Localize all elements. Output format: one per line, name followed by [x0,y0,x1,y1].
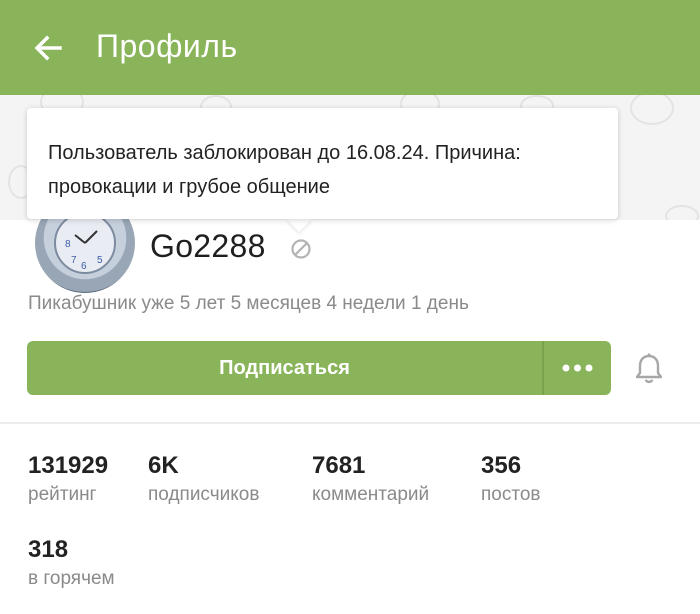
notification-bell-button[interactable] [633,352,665,386]
tooltip-text: Пользователь заблокирован до 16.08.24. П… [48,142,521,198]
svg-text:5: 5 [97,255,103,266]
stat-value: 6K [148,452,179,479]
subscribe-group: Подписаться [27,341,611,395]
subscribe-button[interactable]: Подписаться [27,341,542,395]
stat-label: в горячем [28,568,115,589]
ban-tooltip: Пользователь заблокирован до 16.08.24. П… [27,108,618,219]
app-bar: Профиль [0,0,700,95]
arrow-left-icon [34,35,62,61]
ban-icon[interactable] [290,238,312,260]
stat-label: рейтинг [28,484,97,505]
stat-value: 131929 [28,452,109,479]
stat-hot[interactable]: 318 в горячем [28,536,115,592]
stat-rating[interactable]: 131929 рейтинг [28,452,108,508]
stat-value: 318 [28,536,69,563]
more-dots-icon [562,364,593,372]
more-button[interactable] [544,341,611,395]
stat-subscribers[interactable]: 6K подписчиков [148,452,259,508]
stat-label: постов [481,484,541,505]
svg-text:7: 7 [71,255,77,266]
stat-value: 7681 [312,452,366,479]
svg-text:8: 8 [65,239,71,250]
stat-label: подписчиков [148,484,260,505]
stat-value: 356 [481,452,522,479]
back-button[interactable] [30,30,66,66]
svg-text:6: 6 [81,261,87,272]
page-title: Профиль [96,28,238,64]
stat-label: комментарий [312,484,430,505]
divider [0,422,700,424]
stat-posts[interactable]: 356 постов [481,452,541,508]
stat-comments[interactable]: 7681 комментарий [312,452,429,508]
username: Go2288 [150,228,266,264]
bell-icon [635,353,663,384]
member-since: Пикабушник уже 5 лет 5 месяцев 4 недели … [28,293,469,314]
